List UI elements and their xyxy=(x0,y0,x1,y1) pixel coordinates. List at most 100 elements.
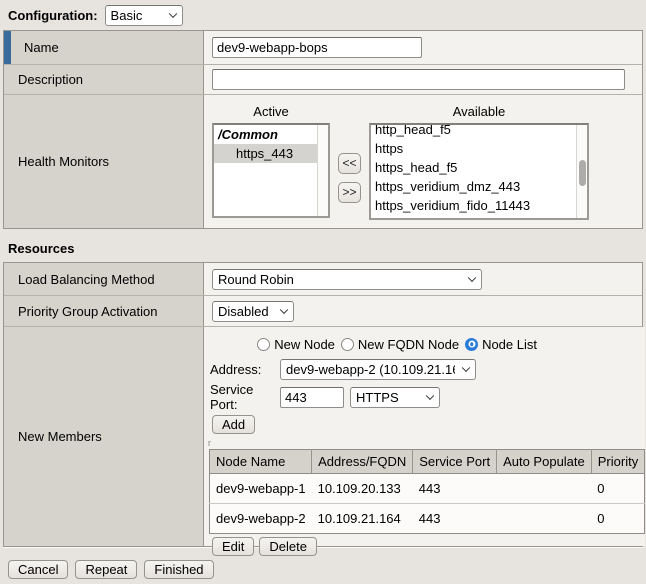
col-header-address-fqdn: Address/FQDN xyxy=(312,450,413,474)
repeat-button[interactable]: Repeat xyxy=(75,560,137,579)
member-priority: 0 xyxy=(591,474,644,504)
monitor-move-buttons: << >> xyxy=(330,127,369,228)
priority-group-value-cell: Disabled xyxy=(204,296,642,326)
available-monitors-column: Available http_head_f5 https https_head_… xyxy=(369,103,589,228)
col-header-priority: Priority xyxy=(591,450,644,474)
member-service-port: 443 xyxy=(413,504,497,534)
radio-label: Node List xyxy=(482,337,537,352)
add-button[interactable]: Add xyxy=(212,415,255,434)
name-row: Name xyxy=(4,31,642,65)
service-select-wrap: HTTPS xyxy=(350,387,440,408)
radio-option-node-list[interactable]: Node List xyxy=(465,337,537,352)
member-address: 10.109.20.133 xyxy=(312,474,413,504)
available-monitor-item[interactable]: https_veridium_idp_9944 xyxy=(371,215,587,220)
available-monitor-item[interactable]: https_head_f5 xyxy=(371,158,587,177)
available-scrollbar[interactable] xyxy=(576,125,587,218)
finished-button[interactable]: Finished xyxy=(144,560,213,579)
available-scrollbar-thumb[interactable] xyxy=(579,160,586,186)
new-members-table: Node Name Address/FQDN Service Port Auto… xyxy=(209,449,645,534)
address-select-wrap: dev9-webapp-2 (10.109.21.164) xyxy=(280,359,476,380)
description-value-cell xyxy=(204,65,642,94)
priority-group-select-wrap: Disabled xyxy=(212,301,294,322)
service-select[interactable]: HTTPS xyxy=(350,387,440,408)
radio-icon[interactable] xyxy=(341,338,354,351)
configuration-select[interactable]: Basic xyxy=(105,5,183,26)
load-balancing-row: Load Balancing Method Round Robin xyxy=(4,263,642,296)
service-port-input[interactable] xyxy=(280,387,344,408)
member-service-port: 443 xyxy=(413,474,497,504)
load-balancing-value-cell: Round Robin xyxy=(204,263,642,295)
general-properties-table: Name Description Health Monitors xyxy=(3,30,643,229)
active-monitors-column: Active /Common https_443 xyxy=(212,103,330,228)
priority-group-select[interactable]: Disabled xyxy=(212,301,294,322)
radio-selected-icon[interactable] xyxy=(465,338,478,351)
load-balancing-select[interactable]: Round Robin xyxy=(212,269,482,290)
move-to-available-button[interactable]: >> xyxy=(338,182,361,203)
configuration-select-wrap: Basic xyxy=(105,5,183,26)
new-members-row: New Members New Node New FQDN Node Node … xyxy=(4,327,642,546)
description-row: Description xyxy=(4,65,642,95)
col-header-node-name: Node Name xyxy=(210,450,312,474)
configuration-label: Configuration: xyxy=(8,8,98,23)
available-monitor-item[interactable]: http_head_f5 xyxy=(371,123,587,139)
active-scrollbar[interactable] xyxy=(317,125,328,216)
col-header-service-port: Service Port xyxy=(413,450,497,474)
active-caption: Active xyxy=(212,103,330,123)
available-monitor-item[interactable]: https_veridium_dmz_443 xyxy=(371,177,587,196)
priority-group-row: Priority Group Activation Disabled xyxy=(4,296,642,327)
available-items-list: http_head_f5 https https_head_f5 https_v… xyxy=(371,123,587,220)
description-label: Description xyxy=(18,72,83,87)
new-members-label: New Members xyxy=(18,429,102,444)
name-value-cell xyxy=(204,31,642,64)
health-monitors-value-cell: Active /Common https_443 << >> Available xyxy=(204,95,642,228)
move-to-active-button[interactable]: << xyxy=(338,153,361,174)
load-balancing-select-wrap: Round Robin xyxy=(212,269,482,290)
new-members-label-cell: New Members xyxy=(4,327,204,546)
member-table-buttons: Edit Delete xyxy=(212,537,645,556)
address-line: Address: dev9-webapp-2 (10.109.21.164) xyxy=(210,358,645,380)
active-partition-group: /Common xyxy=(214,125,328,144)
available-monitor-item[interactable]: https xyxy=(371,139,587,158)
node-type-radio-group: New Node New FQDN Node Node List xyxy=(204,336,590,352)
radio-label: New Node xyxy=(274,337,335,352)
member-row[interactable]: dev9-webapp-1 10.109.20.133 443 0 xyxy=(210,474,645,504)
active-monitor-item[interactable]: https_443 xyxy=(214,144,328,163)
resources-table: Load Balancing Method Round Robin Priori… xyxy=(3,262,643,547)
radio-option-new-fqdn-node[interactable]: New FQDN Node xyxy=(341,337,459,352)
health-monitors-label-cell: Health Monitors xyxy=(4,95,204,228)
member-row[interactable]: dev9-webapp-2 10.109.21.164 443 0 xyxy=(210,504,645,534)
load-balancing-label-cell: Load Balancing Method xyxy=(4,263,204,295)
member-node-name: dev9-webapp-1 xyxy=(210,474,312,504)
service-port-label: Service Port: xyxy=(210,382,280,412)
radio-option-new-node[interactable]: New Node xyxy=(257,337,335,352)
name-input[interactable] xyxy=(212,37,422,58)
cancel-button[interactable]: Cancel xyxy=(8,560,68,579)
priority-group-label-cell: Priority Group Activation xyxy=(4,296,204,326)
delete-button[interactable]: Delete xyxy=(259,537,317,556)
description-input[interactable] xyxy=(212,69,625,90)
address-label: Address: xyxy=(210,362,280,377)
new-members-value-cell: New Node New FQDN Node Node List Address… xyxy=(204,327,645,546)
col-header-auto-populate: Auto Populate xyxy=(497,450,592,474)
configuration-bar: Configuration: Basic xyxy=(0,0,646,30)
available-monitors-listbox[interactable]: http_head_f5 https https_head_f5 https_v… xyxy=(369,123,589,220)
description-label-cell: Description xyxy=(4,65,204,94)
member-auto-populate xyxy=(497,504,592,534)
new-members-header-row: Node Name Address/FQDN Service Port Auto… xyxy=(210,450,645,474)
address-select[interactable]: dev9-webapp-2 (10.109.21.164) xyxy=(280,359,476,380)
name-label: Name xyxy=(24,40,59,55)
active-monitors-listbox[interactable]: /Common https_443 xyxy=(212,123,330,218)
required-indicator xyxy=(4,31,11,64)
radio-label: New FQDN Node xyxy=(358,337,459,352)
edit-button[interactable]: Edit xyxy=(212,537,254,556)
member-auto-populate xyxy=(497,474,592,504)
available-caption: Available xyxy=(369,103,589,123)
member-node-name: dev9-webapp-2 xyxy=(210,504,312,534)
footer-buttons: Cancel Repeat Finished xyxy=(8,560,646,579)
resources-section-title: Resources xyxy=(0,229,646,262)
available-monitor-item[interactable]: https_veridium_fido_11443 xyxy=(371,196,587,215)
health-monitors-label: Health Monitors xyxy=(18,154,109,169)
broken-image-artifact: r xyxy=(208,439,645,449)
service-port-line: Service Port: HTTPS xyxy=(210,386,645,408)
radio-icon[interactable] xyxy=(257,338,270,351)
